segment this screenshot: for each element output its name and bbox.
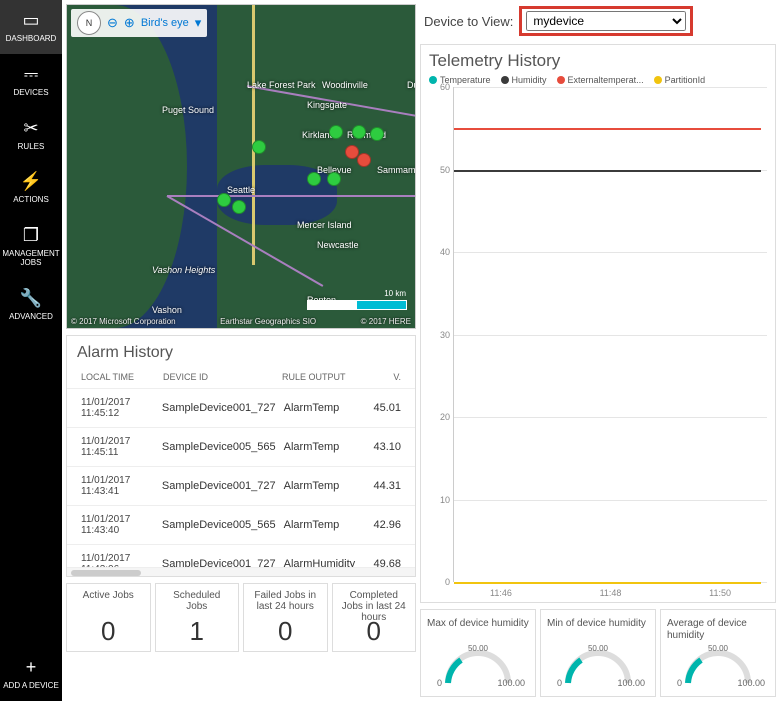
telemetry-legend: Temperature Humidity Externaltemperat...… (429, 75, 767, 85)
map[interactable]: Puget Sound Seattle Kirkland Redmond Bel… (66, 4, 416, 329)
legend-swatch-partition (654, 76, 662, 84)
device-selector-row: Device to View: mydevice (420, 4, 776, 38)
table-row[interactable]: 11/01/2017 11:43:40SampleDevice005_565Al… (67, 506, 415, 545)
sidebar-item-actions[interactable]: ⚡ ACTIONS (0, 161, 62, 215)
map-bg: Puget Sound Seattle Kirkland Redmond Bel… (67, 5, 415, 328)
map-controls: N ⊖ ⊕ Bird's eye ▾ (71, 9, 207, 37)
sidebar-add-device[interactable]: + ADD A DEVICE (0, 647, 62, 701)
telemetry-panel: Telemetry History Temperature Humidity E… (420, 44, 776, 603)
advanced-icon: 🔧 (20, 288, 42, 309)
horizontal-scrollbar[interactable] (67, 567, 415, 576)
job-tile-active[interactable]: Active Jobs0 (66, 583, 151, 652)
compass-icon[interactable]: N (77, 11, 101, 35)
job-tile-scheduled[interactable]: Scheduled Jobs1 (155, 583, 240, 652)
sidebar-item-label: RULES (18, 143, 45, 152)
map-zoom-out[interactable]: ⊖ (107, 15, 118, 31)
rules-icon: ✂ (23, 118, 38, 139)
device-selector-label: Device to View: (424, 14, 513, 29)
alarm-table-body[interactable]: 11/01/2017 11:45:12SampleDevice001_727Al… (67, 389, 415, 567)
devices-icon: ⎓ (24, 64, 38, 85)
map-attribution: © 2017 Microsoft Corporation Earthstar G… (71, 317, 411, 326)
table-row[interactable]: 11/01/2017 11:43:06SampleDevice001_727Al… (67, 545, 415, 567)
gauge-arc: 050.00100.00 (443, 650, 513, 686)
table-row[interactable]: 11/01/2017 11:45:11SampleDevice005_565Al… (67, 428, 415, 467)
gauge-arc: 050.00100.00 (563, 650, 633, 686)
gauge-min-humidity: Min of device humidity 050.00100.00 (540, 609, 656, 697)
sidebar-item-management-jobs[interactable]: ❐ MANAGEMENT JOBS (0, 215, 62, 278)
sidebar-item-devices[interactable]: ⎓ DEVICES (0, 54, 62, 108)
jobs-icon: ❐ (23, 225, 39, 246)
actions-icon: ⚡ (20, 171, 42, 192)
alarm-history-title: Alarm History (67, 336, 415, 366)
gauges-row: Max of device humidity 050.00100.00 Min … (420, 609, 776, 697)
job-tile-completed[interactable]: Completed Jobs in last 24 hours0 (332, 583, 417, 652)
sidebar-item-advanced[interactable]: 🔧 ADVANCED (0, 278, 62, 332)
job-tile-failed[interactable]: Failed Jobs in last 24 hours0 (243, 583, 328, 652)
telemetry-chart[interactable]: 010203040506011:4611:4811:50 (453, 87, 767, 582)
gauge-max-humidity: Max of device humidity 050.00100.00 (420, 609, 536, 697)
device-select[interactable]: mydevice (526, 11, 686, 31)
map-zoom-in[interactable]: ⊕ (124, 15, 135, 31)
sidebar-item-rules[interactable]: ✂ RULES (0, 108, 62, 162)
device-selector-highlight: mydevice (519, 6, 693, 36)
legend-swatch-humidity (501, 76, 509, 84)
dashboard-icon: ▭ (22, 10, 39, 31)
legend-swatch-external (557, 76, 565, 84)
table-row[interactable]: 11/01/2017 11:45:12SampleDevice001_727Al… (67, 389, 415, 428)
alarm-table-head: LOCAL TIME DEVICE ID RULE OUTPUT V. (67, 366, 415, 389)
sidebar-item-label: ADD A DEVICE (3, 682, 59, 691)
sidebar-item-label: DEVICES (13, 89, 48, 98)
chevron-down-icon[interactable]: ▾ (195, 15, 202, 31)
gauge-avg-humidity: Average of device humidity 050.00100.00 (660, 609, 776, 697)
birdseye-link[interactable]: Bird's eye (141, 17, 189, 29)
table-row[interactable]: 11/01/2017 11:43:41SampleDevice001_727Al… (67, 467, 415, 506)
alarm-history-panel: Alarm History LOCAL TIME DEVICE ID RULE … (66, 335, 416, 577)
sidebar-item-label: ACTIONS (13, 196, 49, 205)
sidebar-item-label: ADVANCED (9, 313, 53, 322)
sidebar-item-label: DASHBOARD (6, 35, 57, 44)
sidebar-item-dashboard[interactable]: ▭ DASHBOARD (0, 0, 62, 54)
sidebar-item-label: MANAGEMENT JOBS (2, 250, 60, 268)
jobs-summary: Active Jobs0 Scheduled Jobs1 Failed Jobs… (66, 583, 416, 652)
gauge-arc: 050.00100.00 (683, 650, 753, 686)
telemetry-title: Telemetry History (429, 51, 767, 71)
add-icon: + (26, 657, 37, 678)
sidebar: ▭ DASHBOARD ⎓ DEVICES ✂ RULES ⚡ ACTIONS … (0, 0, 62, 701)
map-scale: 10 km (307, 300, 407, 310)
